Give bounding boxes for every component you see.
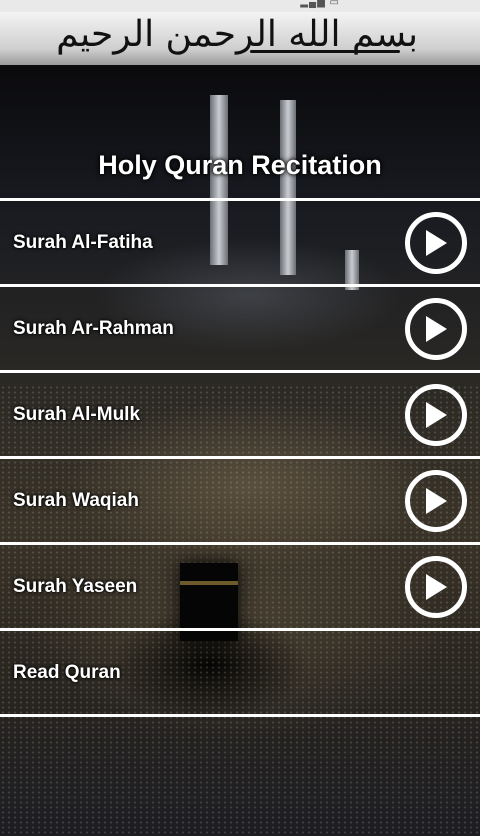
page-title: Holy Quran Recitation xyxy=(98,150,382,180)
surah-list: Surah Al-Fatiha Surah Ar-Rahman Surah Al… xyxy=(0,198,480,717)
list-item-al-fatiha[interactable]: Surah Al-Fatiha xyxy=(0,198,480,284)
play-button[interactable] xyxy=(405,383,467,446)
list-item-yaseen[interactable]: Surah Yaseen xyxy=(0,542,480,628)
list-item-label: Surah Al-Fatiha xyxy=(13,231,153,253)
play-icon xyxy=(426,573,447,600)
play-icon xyxy=(426,315,447,342)
list-item-read-quran[interactable]: Read Quran xyxy=(0,628,480,717)
status-bar: ▂▄▆ ▭ xyxy=(0,0,480,12)
list-item-al-mulk[interactable]: Surah Al-Mulk xyxy=(0,370,480,456)
list-item-label: Surah Ar-Rahman xyxy=(13,317,174,339)
play-button[interactable] xyxy=(405,555,467,618)
calligraphy-header: بسم الله الرحمن الرحيم xyxy=(0,12,480,65)
calligraphy-stroke xyxy=(250,50,400,53)
play-icon xyxy=(426,401,447,428)
play-button[interactable] xyxy=(405,211,467,274)
list-item-ar-rahman[interactable]: Surah Ar-Rahman xyxy=(0,284,480,370)
signal-icon: ▂▄▆ ▭ xyxy=(300,0,340,8)
list-item-label: Surah Al-Mulk xyxy=(13,403,141,425)
list-item-label: Read Quran xyxy=(13,661,121,683)
play-button[interactable] xyxy=(405,469,467,532)
bismillah-calligraphy: بسم الله الرحمن الرحيم xyxy=(56,14,419,55)
list-item-waqiah[interactable]: Surah Waqiah xyxy=(0,456,480,542)
play-icon xyxy=(426,229,447,256)
play-icon xyxy=(426,487,447,514)
list-item-label: Surah Yaseen xyxy=(13,575,138,597)
status-time xyxy=(466,0,470,12)
play-button[interactable] xyxy=(405,297,467,360)
list-item-label: Surah Waqiah xyxy=(13,489,139,511)
